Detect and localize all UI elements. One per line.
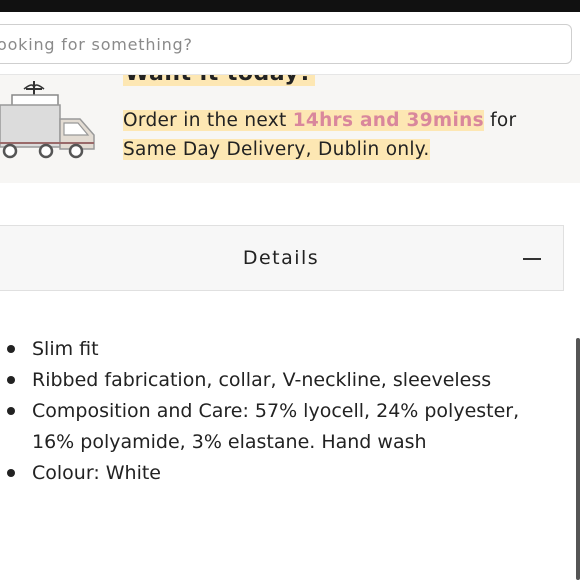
scrollbar[interactable] <box>576 338 580 580</box>
delivery-message: Order in the next 14hrs and 39mins for S… <box>123 107 543 164</box>
list-item-text: Slim fit <box>32 338 99 360</box>
details-accordion-header[interactable]: Details <box>0 225 564 291</box>
same-day-delivery-banner: Want it today? Order in the next 14hrs a… <box>0 74 580 183</box>
search-bar[interactable] <box>0 24 572 64</box>
bullet-icon <box>7 376 15 384</box>
search-input[interactable] <box>0 25 571 63</box>
bullet-icon <box>7 407 15 415</box>
order-suffix: for <box>483 110 517 131</box>
bullet-icon <box>7 469 15 477</box>
details-list: Slim fit Ribbed fabrication, collar, V-n… <box>0 334 560 489</box>
countdown-timer: 14hrs and 39mins <box>292 110 484 131</box>
bullet-icon <box>7 345 15 353</box>
order-prefix: Order in the next <box>123 110 293 131</box>
delivery-heading: Want it today? <box>123 75 315 86</box>
list-item: Ribbed fabrication, collar, V-neckline, … <box>0 365 560 396</box>
details-title: Details <box>242 247 320 269</box>
minus-icon[interactable] <box>523 258 541 260</box>
top-bar <box>0 0 580 12</box>
list-item: Composition and Care: 57% lyocell, 24% p… <box>0 396 560 458</box>
list-item-text: Composition and Care: 57% lyocell, 24% p… <box>32 400 520 453</box>
list-item: Slim fit <box>0 334 560 365</box>
list-item: Colour: White <box>0 458 560 489</box>
list-item-text: Ribbed fabrication, collar, V-neckline, … <box>32 369 492 391</box>
list-item-text: Colour: White <box>32 462 162 484</box>
order-line-2: Same Day Delivery, Dublin only. <box>123 138 430 160</box>
delivery-truck-icon <box>0 81 95 159</box>
